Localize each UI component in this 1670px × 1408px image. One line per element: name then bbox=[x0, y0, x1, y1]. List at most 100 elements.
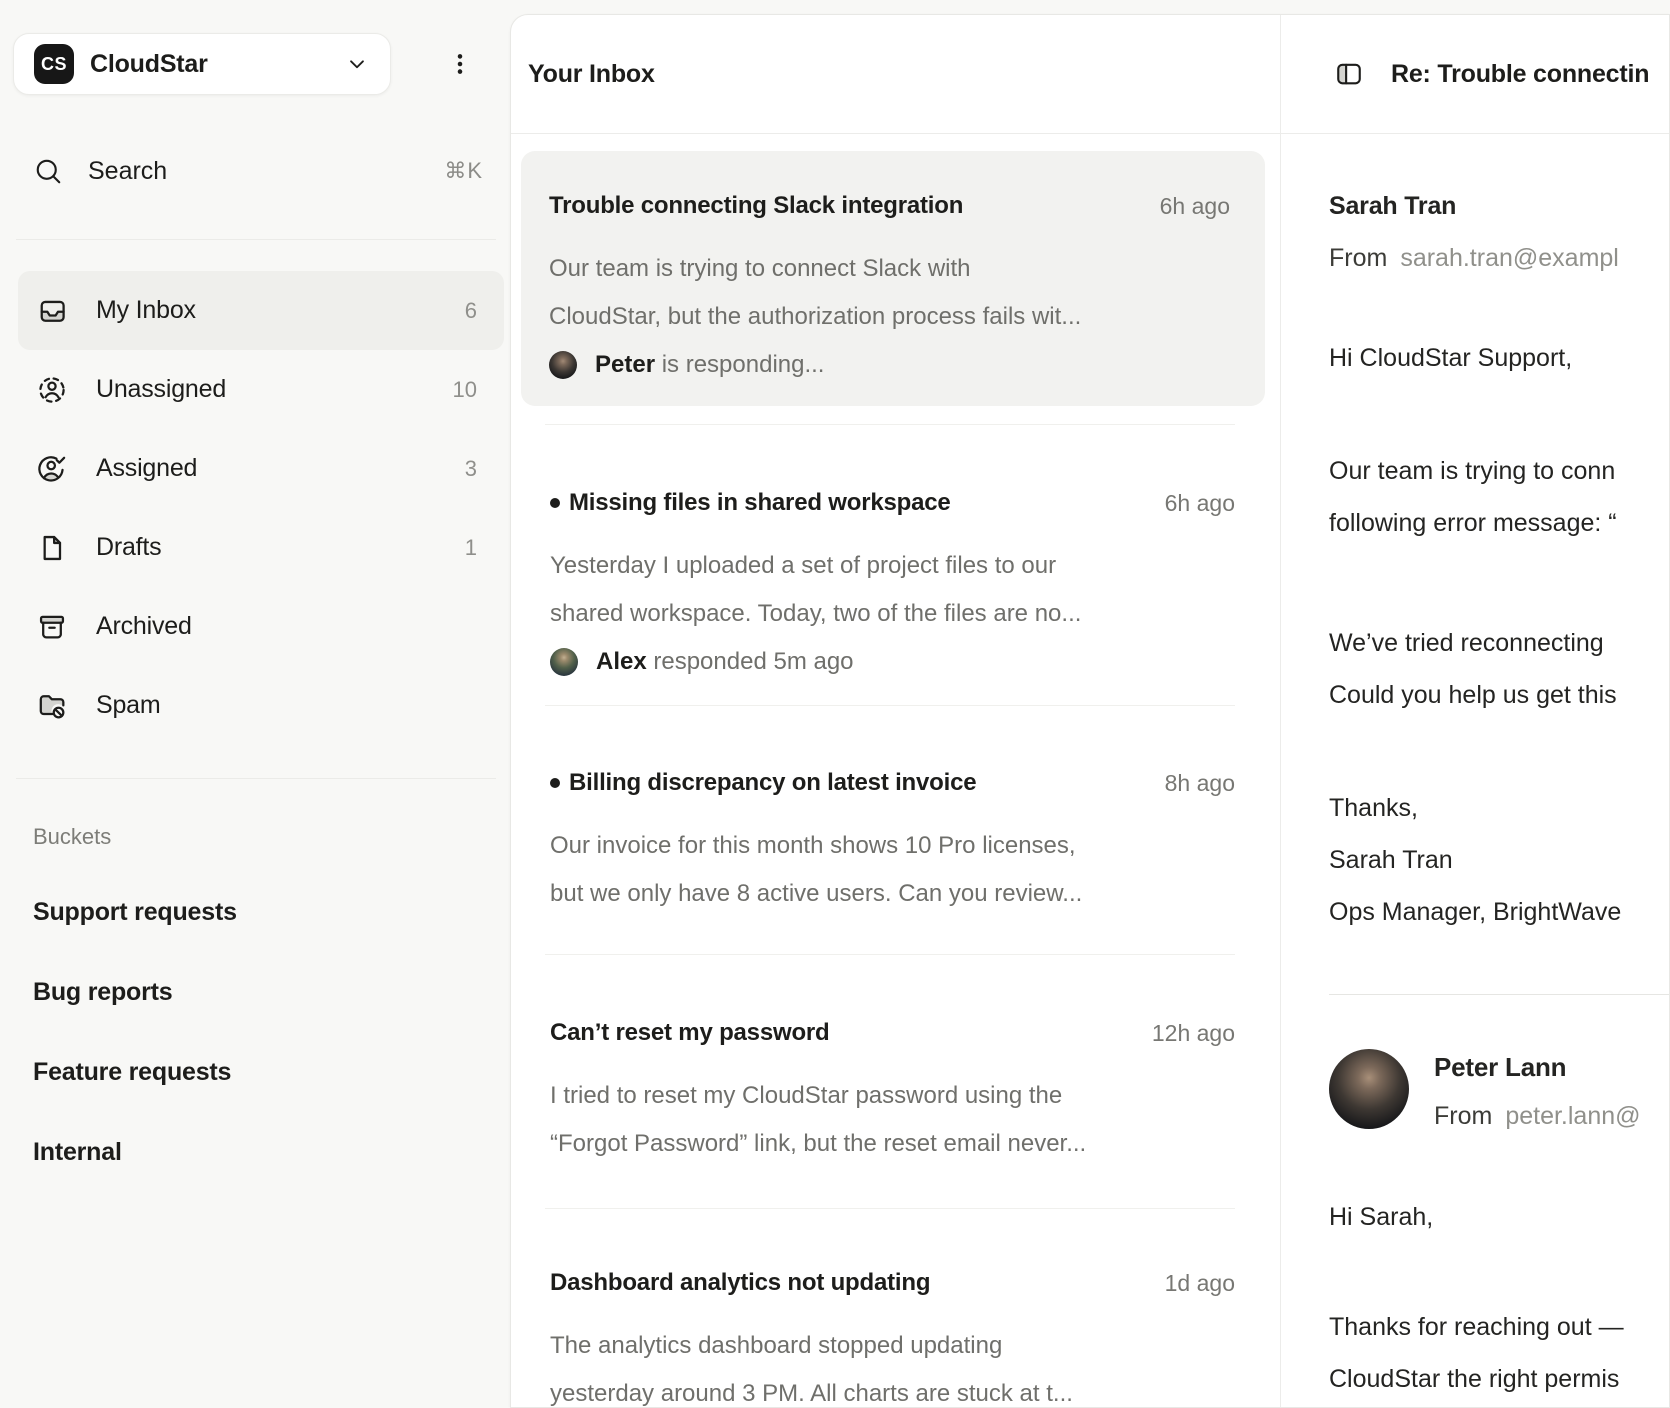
inbox-header: Your Inbox bbox=[511, 15, 1280, 134]
panel-left-icon bbox=[1334, 59, 1364, 89]
sidebar-item-spam[interactable]: Spam bbox=[18, 666, 504, 745]
sidebar-item-label: Assigned bbox=[96, 454, 197, 483]
conversation-title: Can’t reset my password bbox=[550, 1018, 830, 1048]
conversation-item-selected[interactable]: Trouble connecting Slack integration 6h … bbox=[521, 151, 1265, 406]
kebab-icon bbox=[447, 51, 473, 77]
conversation-item[interactable]: Can’t reset my password 12h ago I tried … bbox=[521, 971, 1265, 1168]
toggle-sidebar-button[interactable] bbox=[1334, 59, 1364, 89]
avatar-peter bbox=[549, 351, 577, 379]
sidebar-item-count: 1 bbox=[465, 535, 477, 561]
conversation-title: Billing discrepancy on latest invoice bbox=[569, 768, 976, 798]
workspace-logo: CS bbox=[34, 44, 74, 84]
message-line: Ops Manager, BrightWave bbox=[1329, 897, 1621, 927]
sidebar-item-unassigned[interactable]: Unassigned 10 bbox=[18, 350, 504, 429]
user-dashed-icon bbox=[36, 374, 68, 406]
message-line: CloudStar the right permis bbox=[1329, 1364, 1619, 1394]
inbox-icon bbox=[36, 295, 68, 327]
conversation-footer: Peter is responding... bbox=[549, 350, 1230, 380]
conversation-item[interactable]: Missing files in shared workspace 6h ago… bbox=[521, 441, 1265, 677]
message-line: Our team is trying to conn bbox=[1329, 456, 1615, 486]
message-author: Peter Lann bbox=[1434, 1052, 1566, 1082]
workspace-switcher[interactable]: CS CloudStar bbox=[13, 33, 391, 95]
bucket-item-feature-requests[interactable]: Feature requests bbox=[33, 1058, 231, 1094]
sidebar-item-count: 10 bbox=[453, 377, 477, 403]
conversation-footer: Alex responded 5m ago bbox=[550, 647, 1235, 677]
conversation-title: Trouble connecting Slack integration bbox=[549, 191, 963, 221]
sidebar-divider bbox=[16, 778, 496, 779]
message-line: Sarah Tran bbox=[1329, 845, 1453, 875]
detail-title: Re: Trouble connectin bbox=[1391, 60, 1649, 89]
sender-email: sarah.tran@exampl bbox=[1400, 244, 1619, 272]
search-icon bbox=[33, 156, 63, 186]
responder-name: Peter bbox=[595, 351, 655, 378]
conversation-time: 8h ago bbox=[1165, 768, 1235, 798]
conversation-item[interactable]: Billing discrepancy on latest invoice 8h… bbox=[521, 721, 1265, 918]
sidebar-item-label: Unassigned bbox=[96, 375, 226, 404]
chevron-down-icon bbox=[344, 51, 370, 77]
search-input[interactable]: Search ⌘K bbox=[13, 146, 483, 196]
message-line: Thanks for reaching out — bbox=[1329, 1312, 1624, 1342]
message-from: Frompeter.lann@ bbox=[1434, 1101, 1641, 1131]
conversation-time: 6h ago bbox=[1165, 488, 1235, 518]
conversation-list: Trouble connecting Slack integration 6h … bbox=[511, 134, 1280, 1407]
search-shortcut: ⌘K bbox=[444, 158, 483, 184]
message-divider bbox=[1329, 994, 1669, 995]
bucket-item-internal[interactable]: Internal bbox=[33, 1138, 122, 1174]
sidebar-item-count: 6 bbox=[465, 298, 477, 324]
more-menu-button[interactable] bbox=[444, 48, 476, 80]
responder-name: Alex bbox=[596, 648, 647, 675]
archive-icon bbox=[36, 611, 68, 643]
sidebar-item-my-inbox[interactable]: My Inbox 6 bbox=[18, 271, 504, 350]
list-divider bbox=[545, 1208, 1235, 1209]
sidebar-item-drafts[interactable]: Drafts 1 bbox=[18, 508, 504, 587]
conversation-detail-panel: Re: Trouble connectin Sarah Tran Fromsar… bbox=[1281, 15, 1669, 1407]
user-check-icon bbox=[36, 453, 68, 485]
message-author: Sarah Tran bbox=[1329, 191, 1456, 221]
responder-status: responded 5m ago bbox=[647, 648, 854, 675]
sidebar-item-assigned[interactable]: Assigned 3 bbox=[18, 429, 504, 508]
responder-status: is responding... bbox=[655, 351, 824, 378]
unread-dot bbox=[550, 498, 560, 508]
conversation-title: Dashboard analytics not updating bbox=[550, 1268, 930, 1298]
sidebar-item-label: Drafts bbox=[96, 533, 161, 562]
conversation-preview: I tried to reset my CloudStar password u… bbox=[550, 1072, 1235, 1168]
conversation-item[interactable]: Dashboard analytics not updating 1d ago … bbox=[521, 1221, 1265, 1408]
conversation-preview: Our team is trying to connect Slack with… bbox=[549, 245, 1230, 341]
sidebar-item-label: Archived bbox=[96, 612, 192, 641]
folder-blocked-icon bbox=[36, 690, 68, 722]
workspace-initials: CS bbox=[41, 54, 67, 75]
message-line: Hi CloudStar Support, bbox=[1329, 343, 1572, 373]
bucket-item-bug-reports[interactable]: Bug reports bbox=[33, 978, 172, 1014]
sidebar-item-count: 3 bbox=[465, 456, 477, 482]
conversation-preview: Our invoice for this month shows 10 Pro … bbox=[550, 822, 1235, 918]
sidebar-item-label: My Inbox bbox=[96, 296, 196, 325]
inbox-list-panel: Your Inbox Trouble connecting Slack inte… bbox=[511, 15, 1281, 1407]
detail-header: Re: Trouble connectin bbox=[1281, 15, 1669, 134]
sidebar-item-archived[interactable]: Archived bbox=[18, 587, 504, 666]
sidebar-nav: My Inbox 6 Unassigned 10 bbox=[18, 271, 504, 745]
file-icon bbox=[36, 532, 68, 564]
sender-email: peter.lann@ bbox=[1505, 1102, 1640, 1130]
message-from: Fromsarah.tran@exampl bbox=[1329, 243, 1619, 273]
list-divider bbox=[545, 424, 1235, 425]
message-line: Thanks, bbox=[1329, 793, 1418, 823]
message-line: following error message: “ bbox=[1329, 508, 1617, 538]
conversation-title: Missing files in shared workspace bbox=[569, 488, 951, 518]
conversation-preview: The analytics dashboard stopped updating… bbox=[550, 1322, 1235, 1408]
avatar-alex bbox=[550, 648, 578, 676]
bucket-item-support-requests[interactable]: Support requests bbox=[33, 898, 237, 934]
buckets-heading: Buckets bbox=[33, 824, 111, 850]
sidebar-item-label: Spam bbox=[96, 691, 161, 720]
conversation-preview: Yesterday I uploaded a set of project fi… bbox=[550, 542, 1235, 638]
unread-dot bbox=[550, 778, 560, 788]
conversation-time: 6h ago bbox=[1160, 191, 1230, 221]
list-divider bbox=[545, 954, 1235, 955]
sidebar: CS CloudStar Search ⌘K bbox=[0, 0, 510, 1408]
list-divider bbox=[545, 705, 1235, 706]
conversation-time: 12h ago bbox=[1152, 1018, 1235, 1048]
inbox-title: Your Inbox bbox=[528, 60, 655, 89]
conversation-time: 1d ago bbox=[1165, 1268, 1235, 1298]
workspace-name: CloudStar bbox=[90, 50, 344, 79]
message-line: We’ve tried reconnecting bbox=[1329, 628, 1604, 658]
avatar-peter-large bbox=[1329, 1049, 1409, 1129]
